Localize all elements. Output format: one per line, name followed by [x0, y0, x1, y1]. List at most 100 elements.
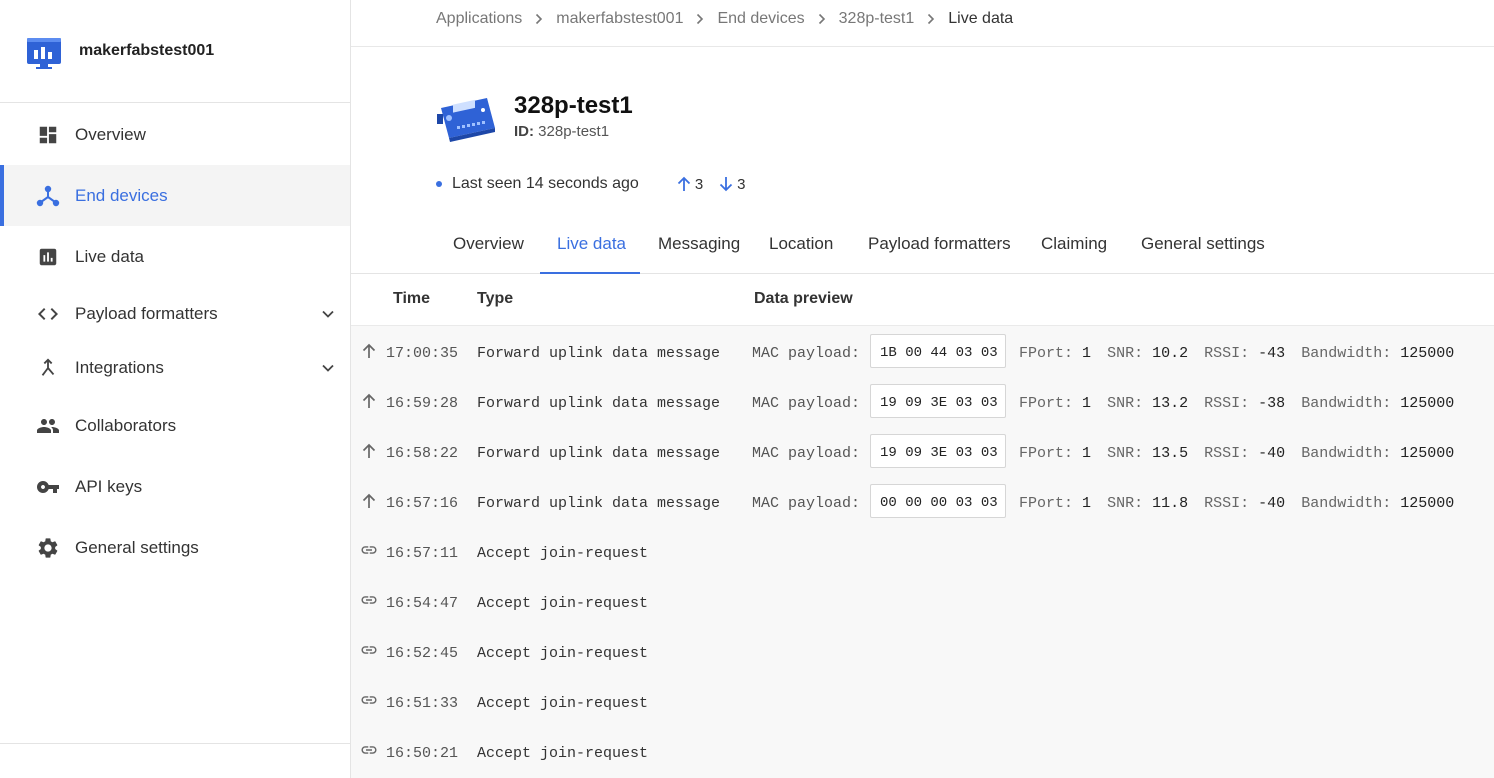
- sidebar-item-label: Integrations: [75, 358, 164, 377]
- arrow-up-icon: [360, 392, 378, 410]
- header-divider: [351, 46, 1494, 47]
- application-name: makerfabstest001: [79, 42, 215, 59]
- bandwidth-label: Bandwidth:: [1301, 495, 1392, 512]
- table-body: 17:00:35 Forward uplink data message MAC p…: [351, 325, 1494, 778]
- fport-value: 1: [1082, 395, 1092, 412]
- breadcrumb-device[interactable]: 328p-test1: [839, 10, 915, 28]
- fport-value: 1: [1082, 495, 1092, 512]
- arrow-up-icon: [360, 442, 378, 460]
- device-tabs: Overview Live data Messaging Location Pa…: [351, 228, 1494, 275]
- row-type: Forward uplink data message: [477, 495, 721, 512]
- row-type: Accept join-request: [477, 745, 649, 762]
- row-type: Forward uplink data message: [477, 445, 721, 462]
- table-row[interactable]: 16:54:47 Accept join-request: [351, 576, 1494, 626]
- arrow-down-icon: [720, 177, 733, 192]
- bar-chart-icon: [36, 245, 60, 269]
- tab-location[interactable]: Location: [769, 228, 833, 272]
- mac-payload-value[interactable]: 19 09 3E 03 03: [870, 434, 1006, 468]
- mac-payload-label: MAC payload:: [752, 395, 861, 412]
- sidebar-item-collaborators[interactable]: Collaborators: [0, 395, 350, 456]
- chevron-down-icon[interactable]: [320, 360, 336, 376]
- column-header-type[interactable]: Type: [477, 290, 513, 308]
- fport-label: FPort:: [1019, 495, 1074, 512]
- link-icon: [359, 641, 377, 659]
- gear-icon: [36, 536, 60, 560]
- row-time: 16:59:28: [386, 395, 459, 412]
- snr-label: SNR:: [1107, 395, 1144, 412]
- tab-payload-formatters[interactable]: Payload formatters: [868, 228, 1011, 272]
- table-row[interactable]: 17:00:35 Forward uplink data message MAC p…: [351, 326, 1494, 376]
- arrow-up-icon: [360, 492, 378, 510]
- main-content: Applications makerfabstest001 End device…: [351, 0, 1494, 778]
- tab-general-settings[interactable]: General settings: [1141, 228, 1265, 272]
- snr-label: SNR:: [1107, 495, 1144, 512]
- mac-payload-value[interactable]: 1B 00 44 03 03: [870, 334, 1006, 368]
- row-time: 16:50:21: [386, 745, 459, 762]
- table-row[interactable]: 16:51:33 Accept join-request: [351, 676, 1494, 726]
- row-time: 16:52:45: [386, 645, 459, 662]
- mac-payload-value[interactable]: 19 09 3E 03 03: [870, 384, 1006, 418]
- chevron-right-icon: [926, 13, 936, 25]
- table-header: Time Type Data preview: [351, 274, 1494, 325]
- column-header-time[interactable]: Time: [393, 290, 430, 308]
- chevron-down-icon[interactable]: [320, 306, 336, 322]
- snr-value: 10.2: [1152, 345, 1189, 362]
- tab-live-data[interactable]: Live data: [557, 228, 626, 272]
- fport-label: FPort:: [1019, 445, 1074, 462]
- uplink-counter: 3: [675, 175, 703, 193]
- table-row[interactable]: 16:57:16 Forward uplink data message MAC p…: [351, 476, 1494, 526]
- link-icon: [359, 741, 377, 759]
- sidebar-item-overview[interactable]: Overview: [0, 104, 350, 165]
- device-id-value: 328p-test1: [538, 123, 610, 140]
- table-row[interactable]: 16:58:22 Forward uplink data message MAC p…: [351, 426, 1494, 476]
- mac-payload-label: MAC payload:: [752, 495, 861, 512]
- fport-value: 1: [1082, 345, 1092, 362]
- table-row[interactable]: 16:59:28 Forward uplink data message MAC p…: [351, 376, 1494, 426]
- device-nodes-icon: [36, 184, 60, 208]
- rssi-label: RSSI:: [1204, 495, 1250, 512]
- table-row[interactable]: 16:50:21 Accept join-request: [351, 726, 1494, 776]
- sidebar-item-label: General settings: [75, 537, 199, 557]
- device-status: Last seen 14 seconds ago 3 3: [436, 175, 746, 193]
- code-icon: [36, 302, 60, 326]
- row-type: Accept join-request: [477, 645, 649, 662]
- sidebar-nav: Overview End devices Live data Payload f…: [0, 103, 350, 578]
- downlink-counter: 3: [717, 175, 746, 193]
- downlink-count: 3: [737, 175, 746, 193]
- sidebar-footer-divider: [0, 743, 350, 744]
- sidebar-item-integrations[interactable]: Integrations: [0, 341, 350, 395]
- mac-payload-value[interactable]: 00 00 00 03 03: [870, 484, 1006, 518]
- breadcrumb-applications[interactable]: Applications: [436, 10, 522, 28]
- device-title-block: 328p-test1 ID: 328p-test1: [514, 92, 633, 144]
- row-time: 16:58:22: [386, 445, 459, 462]
- sidebar-item-general-settings[interactable]: General settings: [0, 517, 350, 578]
- row-metadata: FPort: 1 SNR: 10.2 RSSI: -43 Bandwidth: …: [1019, 345, 1461, 362]
- tab-claiming[interactable]: Claiming: [1041, 228, 1107, 272]
- table-row[interactable]: 16:57:11 Accept join-request: [351, 526, 1494, 576]
- sidebar-item-api-keys[interactable]: API keys: [0, 456, 350, 517]
- breadcrumb-current: Live data: [948, 10, 1014, 27]
- tab-messaging[interactable]: Messaging: [658, 228, 740, 272]
- row-time: 16:54:47: [386, 595, 459, 612]
- link-icon: [359, 691, 377, 709]
- snr-label: SNR:: [1107, 345, 1144, 362]
- sidebar-item-live-data[interactable]: Live data: [0, 226, 350, 287]
- table-row[interactable]: 16:52:45 Accept join-request: [351, 626, 1494, 676]
- fport-label: FPort:: [1019, 345, 1074, 362]
- row-type: Accept join-request: [477, 595, 649, 612]
- device-header: 328p-test1 ID: 328p-test1: [437, 92, 633, 144]
- row-metadata: FPort: 1 SNR: 13.2 RSSI: -38 Bandwidth: …: [1019, 395, 1461, 412]
- merge-icon: [36, 356, 60, 380]
- tab-overview[interactable]: Overview: [453, 228, 524, 272]
- row-type: Accept join-request: [477, 695, 649, 712]
- sidebar-item-end-devices[interactable]: End devices: [0, 165, 350, 226]
- bandwidth-label: Bandwidth:: [1301, 345, 1392, 362]
- breadcrumb: Applications makerfabstest001 End device…: [436, 10, 1013, 28]
- breadcrumb-application[interactable]: makerfabstest001: [556, 10, 683, 28]
- breadcrumb-end-devices[interactable]: End devices: [717, 10, 804, 28]
- sidebar-item-label: Overview: [75, 124, 146, 144]
- sidebar-item-label: Live data: [75, 246, 144, 266]
- snr-value: 13.2: [1152, 395, 1189, 412]
- sidebar-item-payload-formatters[interactable]: Payload formatters: [0, 287, 350, 341]
- row-time: 16:51:33: [386, 695, 459, 712]
